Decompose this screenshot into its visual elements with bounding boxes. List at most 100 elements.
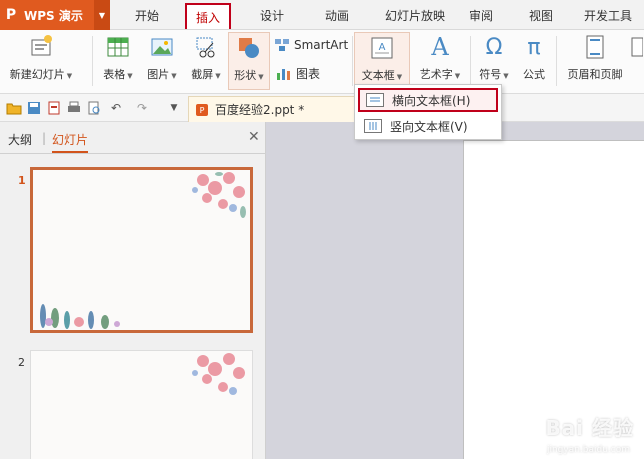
document-tab[interactable]: P 百度经验2.ppt * <box>188 96 360 122</box>
slide-number: 1 <box>18 174 26 187</box>
tab-home[interactable]: 开始 <box>120 0 174 30</box>
wps-logo-icon: P <box>5 7 17 23</box>
picture-button[interactable]: 图片 ▼ <box>142 32 182 90</box>
caret-icon: ▼ <box>171 72 177 80</box>
wordart-button[interactable]: A 艺术字 ▼ <box>414 32 466 90</box>
shape-label: 形状 <box>234 69 257 82</box>
horizontal-textbox-label: 横向文本框(H) <box>392 93 471 108</box>
customize-dropdown-icon[interactable]: ▼ <box>166 100 182 116</box>
chart-button[interactable]: 图表 <box>276 62 320 84</box>
chart-label: 图表 <box>296 66 321 81</box>
vertical-textbox-label: 竖向文本框(V) <box>390 119 468 134</box>
horizontal-textbox-icon <box>366 93 384 107</box>
tab-developer[interactable]: 开发工具 <box>576 0 640 30</box>
header-footer-icon <box>582 34 608 60</box>
divider <box>556 36 557 86</box>
pi-icon: π <box>527 34 541 60</box>
new-slide-button[interactable]: 新建幻灯片 ▼ <box>6 32 76 90</box>
document-tab-label: 百度经验2.ppt * <box>215 103 305 117</box>
table-label: 表格 <box>103 68 126 81</box>
wordart-icon: A <box>431 33 449 61</box>
redo-icon[interactable]: ↷ <box>134 100 150 116</box>
omega-icon: Ω <box>485 34 503 60</box>
tab-slideshow[interactable]: 幻灯片放映 <box>370 0 460 30</box>
picture-label: 图片 <box>147 68 170 81</box>
more-button[interactable] <box>628 32 644 90</box>
tab-insert[interactable]: 插入 <box>185 3 231 29</box>
svg-text:A: A <box>379 42 386 53</box>
print-icon[interactable] <box>66 100 82 116</box>
tab-slides[interactable]: 幻灯片 <box>52 131 89 153</box>
caret-icon: ▼ <box>258 73 264 81</box>
partial-icon <box>623 34 644 60</box>
textbox-button[interactable]: A 文本框 ▼ <box>354 32 410 90</box>
watermark-url: jingyan.baidu.com <box>546 445 630 455</box>
new-slide-icon <box>28 34 54 60</box>
scissors-icon <box>193 34 219 60</box>
smartart-icon <box>274 38 290 52</box>
caret-icon: ▼ <box>66 72 73 80</box>
wordart-label: 艺术字 <box>419 68 453 81</box>
divider <box>92 36 93 86</box>
vertical-textbox-icon <box>364 119 382 133</box>
divider <box>470 36 471 86</box>
screenshot-label: 截屏 <box>191 68 214 81</box>
open-folder-icon[interactable] <box>6 100 22 116</box>
header-footer-button[interactable]: 页眉和页脚 <box>562 32 628 90</box>
table-button[interactable]: 表格 ▼ <box>98 32 138 90</box>
panel-header: 大纲 | 幻灯片 ✕ <box>0 122 266 154</box>
svg-text:P: P <box>200 106 205 115</box>
caret-icon: ▼ <box>215 72 221 80</box>
new-slide-label: 新建幻灯片 <box>9 68 65 81</box>
ribbon: 新建幻灯片▼ 表格▼ 图片▼ 截屏▼ 形状▼ SmartArt 图表 <box>0 30 644 94</box>
slide-thumbnail-2[interactable] <box>30 350 253 459</box>
export-pdf-icon[interactable] <box>46 100 62 116</box>
tab-view[interactable]: 视图 <box>516 0 566 30</box>
textbox-label: 文本框 <box>361 69 395 82</box>
undo-icon[interactable]: ↶ <box>108 100 124 116</box>
slide-workspace: Bai 经验 jingyan.baidu.com <box>267 122 644 459</box>
tab-animation[interactable]: 动画 <box>310 0 364 30</box>
print-preview-icon[interactable] <box>86 100 102 116</box>
ppt-file-icon: P <box>195 103 209 117</box>
close-icon[interactable]: ✕ <box>248 129 260 145</box>
smartart-button[interactable]: SmartArt <box>274 34 348 56</box>
bar-chart-icon <box>276 66 292 80</box>
chevron-down-icon[interactable]: ▼ <box>94 0 110 30</box>
save-icon[interactable] <box>26 100 42 116</box>
app-menu-button[interactable]: P WPS 演示 ▼ <box>0 0 110 30</box>
divider <box>352 36 353 86</box>
smartart-label: SmartArt <box>294 38 349 52</box>
vertical-textbox-item[interactable]: 竖向文本框(V) <box>358 114 498 138</box>
shape-icon <box>236 35 262 61</box>
tab-design[interactable]: 设计 <box>245 0 299 30</box>
symbol-button[interactable]: Ω 符号 ▼ <box>474 32 514 90</box>
caret-icon: ▼ <box>454 72 461 80</box>
app-name: WPS 演示 <box>24 8 83 23</box>
formula-label: 公式 <box>523 68 545 81</box>
picture-icon <box>149 34 175 60</box>
caret-icon: ▼ <box>127 72 133 80</box>
shape-button[interactable]: 形状 ▼ <box>228 32 270 90</box>
menu-bar: P WPS 演示 ▼ 开始 插入 设计 动画 幻灯片放映 审阅 视图 开发工具 <box>0 0 644 30</box>
floral-decoration-icon <box>40 172 246 329</box>
floral-decoration-icon <box>192 353 245 395</box>
screenshot-button[interactable]: 截屏 ▼ <box>186 32 226 90</box>
slide-thumbnail-1[interactable] <box>30 167 253 333</box>
caret-icon: ▼ <box>503 72 509 80</box>
formula-button[interactable]: π 公式 <box>518 32 550 90</box>
quick-access-bar: ↶ ↷ ▼ P 百度经验2.ppt * <box>0 94 644 122</box>
tab-outline[interactable]: 大纲 <box>8 131 32 148</box>
tab-review[interactable]: 审阅 <box>456 0 506 30</box>
textbox-dropdown: 横向文本框(H) 竖向文本框(V) <box>354 84 502 140</box>
slides-panel: 大纲 | 幻灯片 ✕ 1 2 <box>0 122 266 459</box>
symbol-label: 符号 <box>479 68 502 81</box>
slide-number: 2 <box>18 356 25 369</box>
horizontal-textbox-item[interactable]: 横向文本框(H) <box>358 88 498 112</box>
header-footer-label: 页眉和页脚 <box>567 68 623 81</box>
watermark: Bai 经验 <box>545 416 634 440</box>
table-icon <box>105 34 131 60</box>
tab-divider: | <box>42 131 47 145</box>
textbox-icon: A <box>369 35 395 61</box>
caret-icon: ▼ <box>396 73 403 81</box>
